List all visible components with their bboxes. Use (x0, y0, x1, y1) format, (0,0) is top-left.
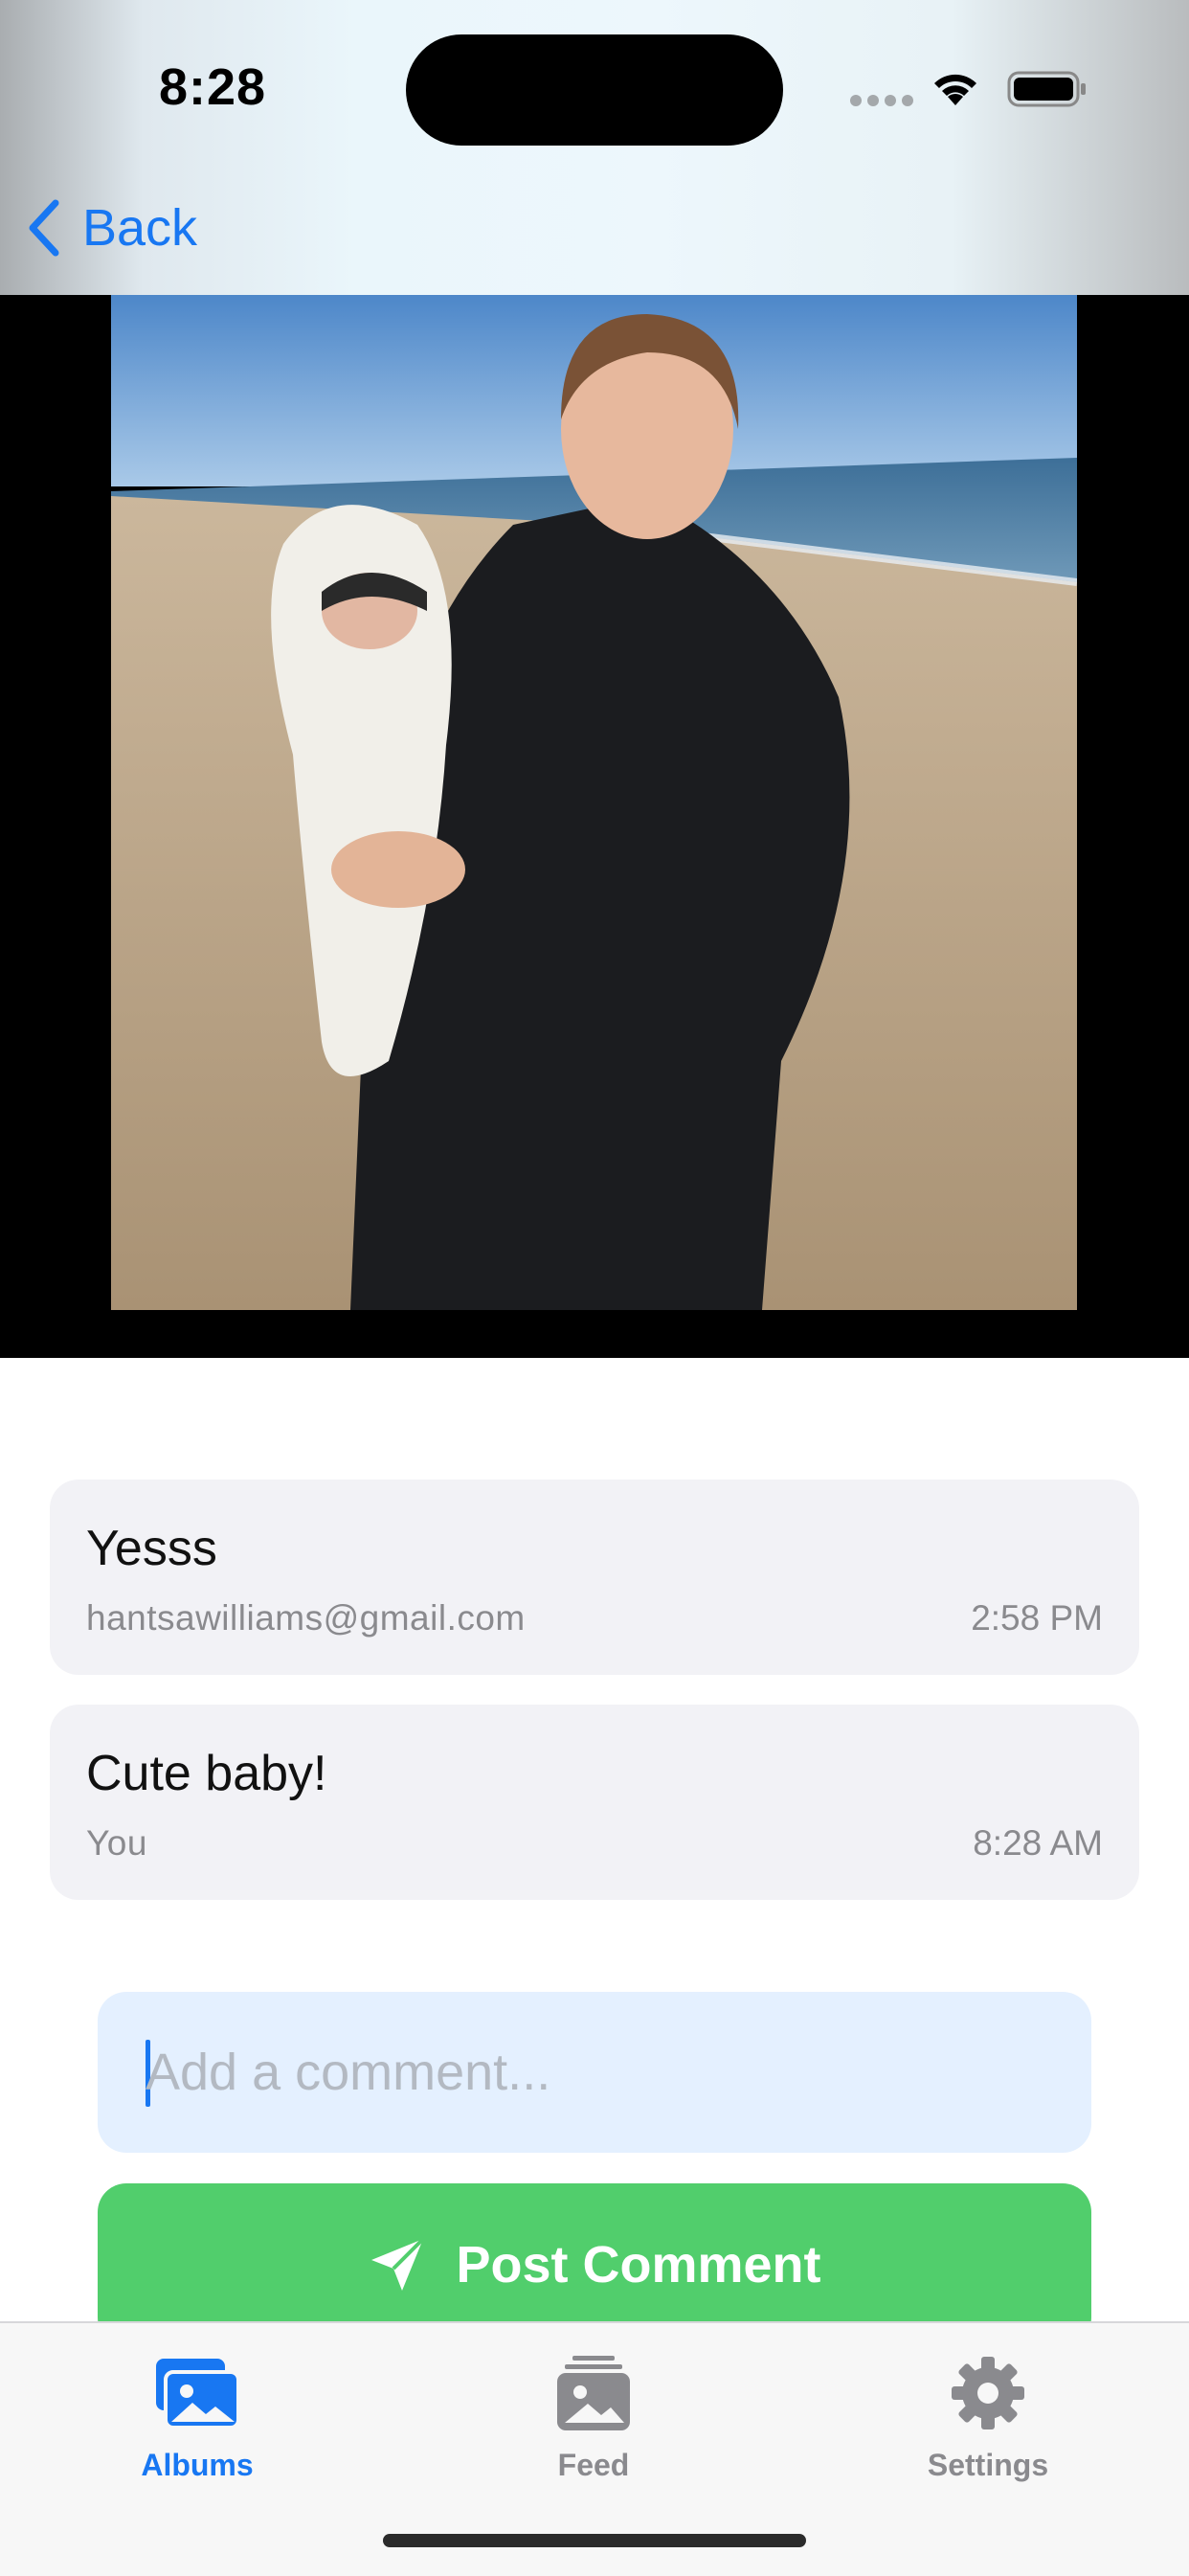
comment-text: Yesss (86, 1521, 217, 1576)
tab-settings[interactable]: Settings (883, 2340, 1093, 2483)
feed-icon (557, 2356, 630, 2430)
post-comment-label: Post Comment (456, 2236, 821, 2294)
comment-time: 8:28 AM (973, 1823, 1103, 1863)
beach-photo (111, 295, 1077, 1310)
gear-icon (952, 2357, 1024, 2429)
back-label: Back (82, 199, 198, 257)
paper-plane-icon (371, 2237, 425, 2291)
chevron-left-icon (29, 199, 59, 257)
comment-card: Yesss hantsawilliams@gmail.com 2:58 PM (50, 1480, 1139, 1675)
tab-feed-label: Feed (557, 2448, 630, 2482)
dynamic-island (406, 34, 783, 146)
home-indicator[interactable] (383, 2534, 806, 2547)
comment-author: hantsawilliams@gmail.com (86, 1598, 526, 1638)
wifi-icon (934, 74, 976, 105)
comment-card: Cute baby! You 8:28 AM (50, 1705, 1139, 1900)
navigation-header: 8:28 Back (0, 0, 1189, 295)
tab-settings-label: Settings (927, 2448, 1049, 2482)
comment-author: You (86, 1823, 147, 1863)
tab-albums[interactable]: Albums (92, 2340, 303, 2483)
comment-time: 2:58 PM (971, 1598, 1103, 1638)
tab-albums-label: Albums (141, 2448, 254, 2482)
photo-viewer (0, 295, 1189, 1358)
cellular-signal-icon (850, 94, 919, 111)
albums-icon (156, 2359, 240, 2429)
battery-icon (1007, 71, 1086, 107)
comment-input[interactable] (146, 1992, 1065, 2153)
tab-feed[interactable]: Feed (488, 2340, 699, 2483)
comment-text: Cute baby! (86, 1746, 327, 1801)
comment-input-container[interactable] (98, 1992, 1091, 2153)
status-time: 8:28 (159, 58, 267, 116)
back-button[interactable]: Back (27, 197, 197, 259)
